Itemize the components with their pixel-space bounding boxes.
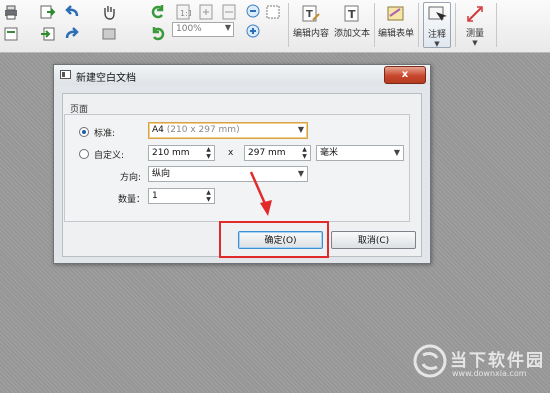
edit-content-button[interactable]: T 编辑内容 [291,4,331,39]
standard-size-select[interactable]: A4 (210 x 297 mm) ▼ [148,122,308,139]
annotate-button[interactable]: 注释 ▼ [423,2,451,48]
chevron-down-icon: ▼ [297,125,304,134]
measure-label: 测量 [465,29,484,39]
fit-width-icon[interactable] [221,4,237,20]
unit-value: 毫米 [320,148,339,158]
height-value: 297 mm [248,148,286,158]
edit-form-label: 编辑表单 [377,29,414,39]
snapshot-icon[interactable] [101,26,117,42]
custom-label: 自定义: [94,151,125,161]
unit-select[interactable]: 毫米 ▼ [316,145,404,161]
close-button[interactable]: x [384,66,426,84]
standard-radio[interactable] [79,127,89,137]
toolbar-divider [455,3,456,47]
zoom-in-icon[interactable] [245,23,261,39]
window-icon [60,70,71,79]
orientation-label: 方向: [120,173,142,183]
edit-content-icon: T [301,4,321,24]
rotate-right-icon[interactable] [150,26,166,42]
main-toolbar: 1:1 100% ▼ T 编辑内容 T 添加文本 编辑表单 注释 ▼ 测量 ▼ [0,0,550,53]
svg-text:1:1: 1:1 [180,9,191,18]
quantity-label: 数量： [118,195,146,205]
orientation-value: 纵向 [152,169,171,179]
times-sign: x [228,148,234,158]
annotate-icon [427,5,447,25]
spinner-arrows-icon[interactable]: ▲ ▼ [300,146,309,160]
custom-radio[interactable] [79,149,89,159]
toolbar-divider [374,3,375,47]
spinner-arrows-icon[interactable]: ▲ ▼ [204,146,213,160]
chevron-down-icon: ▼ [297,169,304,178]
chevron-down-icon: ▼ [472,39,478,47]
svg-text:T: T [306,9,313,20]
dialog-title: 新建空白文档 [76,73,136,84]
hand-tool-icon[interactable] [101,4,117,20]
width-value: 210 mm [152,148,190,158]
highlight-box [219,221,329,258]
annotate-label: 注释 [427,30,446,40]
standard-size-value: A4 [152,125,164,135]
undo-icon[interactable] [64,4,80,20]
zoom-out-icon[interactable] [245,3,261,19]
dialog-titlebar[interactable]: 新建空白文档 x [54,65,430,85]
toolbar-divider [496,3,497,47]
add-text-label: 添加文本 [333,29,370,39]
toolbar-divider [418,3,419,47]
actual-size-icon[interactable]: 1:1 [175,4,191,20]
standard-label: 标准: [94,129,116,139]
page-setup-icon[interactable] [3,26,19,42]
cancel-button[interactable]: 取消(C) [331,231,416,249]
add-text-button[interactable]: T 添加文本 [332,4,372,39]
measure-button[interactable]: 测量 ▼ [460,4,490,47]
standard-size-hint: (210 x 297 mm) [166,125,240,135]
watermark-site-url: www.downxia.com [452,369,527,378]
spinner-arrows-icon[interactable]: ▲ ▼ [204,189,213,203]
fit-page-icon[interactable] [198,4,214,20]
chevron-down-icon: ▼ [224,23,231,32]
chevron-down-icon: ▼ [434,40,440,48]
redo-icon[interactable] [64,26,80,42]
quantity-value: 1 [152,191,158,201]
measure-icon [465,4,485,24]
zoom-level-value: 100% [176,24,202,34]
add-text-icon: T [342,4,362,24]
watermark-site-name: 当下软件园 [450,351,545,371]
rotate-left-icon[interactable] [150,4,166,20]
printer-icon[interactable] [3,4,19,20]
close-icon: x [401,69,409,80]
marquee-zoom-icon[interactable] [265,4,281,20]
edit-content-label: 编辑内容 [292,29,329,39]
site-logo-icon [413,344,447,378]
svg-text:T: T [348,8,356,21]
cancel-label: 取消(C) [357,236,390,246]
extract-page-icon[interactable] [40,4,56,20]
edit-form-icon [386,4,406,24]
edit-form-button[interactable]: 编辑表单 [376,4,416,39]
orientation-select[interactable]: 纵向 ▼ [148,166,308,182]
width-stepper[interactable]: 210 mm ▲ ▼ [148,145,215,161]
toolbar-divider [288,3,289,47]
quantity-stepper[interactable]: 1 ▲ ▼ [148,188,215,204]
zoom-level-select[interactable]: 100% ▼ [172,22,234,37]
chevron-down-icon: ▼ [393,148,400,157]
insert-page-icon[interactable] [40,26,56,42]
height-stepper[interactable]: 297 mm ▲ ▼ [244,145,311,161]
